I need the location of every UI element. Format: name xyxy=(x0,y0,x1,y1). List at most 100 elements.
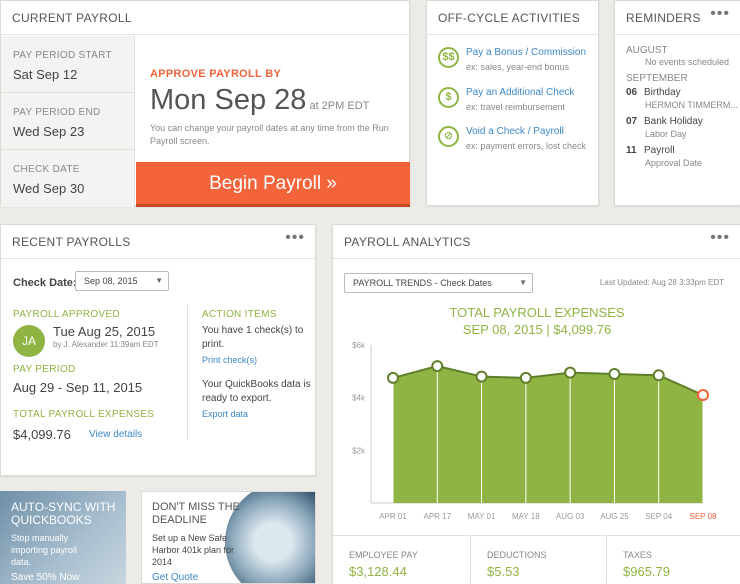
reminder-day: 11 xyxy=(626,145,637,156)
stat-taxes: TAXES $965.79 xyxy=(606,535,740,584)
data-point xyxy=(387,371,399,384)
promo-text: Stop manually importing payroll data. xyxy=(11,533,78,567)
payroll-trend-chart: $2k $4k $6k APR 01 APR 17 MAY 01 MAY 18 AUG 03 A… xyxy=(352,341,718,521)
dollar-double-icon: $$ xyxy=(438,47,459,68)
reminder-sub: HERMON TIMMERM... xyxy=(645,100,738,110)
payroll-analytics-title: PAYROLL ANALYTICS ••• xyxy=(333,225,740,259)
check-date-select[interactable]: Sep 08, 2015 ▼ xyxy=(75,271,169,291)
print-checks-link[interactable]: Print check(s) xyxy=(202,355,257,365)
pay-period-value: Aug 29 - Sep 11, 2015 xyxy=(13,380,143,395)
view-details-link[interactable]: View details xyxy=(89,429,142,440)
action-item-text: You have 1 check(s) to print. xyxy=(202,325,304,350)
payroll-analytics-menu-icon[interactable]: ••• xyxy=(710,229,730,247)
get-quote-link[interactable]: Get Quote xyxy=(152,572,198,583)
x-tick-label: SEP 04 xyxy=(645,512,673,521)
payroll-analytics-card: PAYROLL ANALYTICS ••• PAYROLL TRENDS - Ch… xyxy=(332,224,740,584)
export-data-link[interactable]: Export data xyxy=(202,409,248,419)
pay-period-label: PAY PERIOD xyxy=(13,364,76,375)
void-check-link[interactable]: Void a Check / Payroll xyxy=(466,126,564,137)
pay-bonus-link[interactable]: Pay a Bonus / Commission xyxy=(466,47,586,58)
begin-payroll-button[interactable]: Begin Payroll » xyxy=(136,162,410,207)
x-tick-label: APR 17 xyxy=(423,512,451,521)
additional-check-link[interactable]: Pay an Additional Check xyxy=(466,87,574,98)
promo-title: DON'T MISS THE DEADLINE xyxy=(152,501,240,526)
void-icon: ⊘ xyxy=(438,126,459,147)
reminders-august-empty: No events scheduled xyxy=(645,57,730,67)
void-check-sub: ex: payment errors, lost check xyxy=(466,141,587,151)
promo-text: Set up a New Safe Harbor 401k plan for 2… xyxy=(152,533,235,567)
pay-period-panel: PAY PERIOD START Sat Sep 12 PAY PERIOD E… xyxy=(1,36,135,207)
recent-payrolls-title-text: RECENT PAYROLLS xyxy=(12,235,131,249)
recent-payrolls-menu-icon[interactable]: ••• xyxy=(285,229,305,247)
data-point xyxy=(475,370,488,383)
chevron-down-icon: ▼ xyxy=(519,278,527,287)
x-tick-label: AUG 03 xyxy=(556,512,585,521)
current-payroll-card: CURRENT PAYROLL PAY PERIOD START Sat Sep… xyxy=(0,0,410,207)
pay-period-end-label: PAY PERIOD END xyxy=(13,107,101,118)
reminders-card: REMINDERS ••• AUGUST No events scheduled … xyxy=(614,0,740,206)
approve-by-label: APPROVE PAYROLL BY xyxy=(150,68,282,80)
trends-select-value: PAYROLL TRENDS - Check Dates xyxy=(353,278,492,288)
dollar-icon: $ xyxy=(438,87,459,108)
last-updated: Last Updated: Aug 28 3:33pm EDT xyxy=(599,278,724,287)
quickbooks-sync-promo[interactable]: AUTO-SYNC WITH QUICKBOOKS Stop manually … xyxy=(0,491,126,584)
payroll-analytics-title-text: PAYROLL ANALYTICS xyxy=(344,235,471,249)
off-cycle-card: OFF-CYCLE ACTIVITIES $$ Pay a Bonus / Co… xyxy=(426,0,599,206)
stat-value: $5.53 xyxy=(487,564,520,579)
reminders-menu-icon[interactable]: ••• xyxy=(710,5,730,23)
data-point xyxy=(652,369,665,382)
pay-period-start-value: Sat Sep 12 xyxy=(13,67,78,82)
additional-check-sub: ex: travel reimbursement xyxy=(466,102,566,112)
reminder-sub: Labor Day xyxy=(645,129,687,139)
reminder-title: Birthday xyxy=(644,87,681,98)
pay-period-start-label: PAY PERIOD START xyxy=(13,50,112,61)
total-expenses-label: TOTAL PAYROLL EXPENSES xyxy=(13,409,155,420)
stat-label: EMPLOYEE PAY xyxy=(349,550,418,560)
chart-title: TOTAL PAYROLL EXPENSES xyxy=(449,305,625,320)
off-cycle-title: OFF-CYCLE ACTIVITIES xyxy=(427,1,598,35)
reminders-title-text: REMINDERS xyxy=(626,11,701,25)
reminder-sub: Approval Date xyxy=(645,158,703,168)
stat-value: $3,128.44 xyxy=(349,564,407,579)
data-point xyxy=(697,389,709,402)
divider xyxy=(187,305,188,440)
stat-label: DEDUCTIONS xyxy=(487,550,547,560)
chevron-down-icon: ▼ xyxy=(155,276,163,285)
deadline-promo[interactable]: DON'T MISS THE DEADLINE Set up a New Saf… xyxy=(141,491,316,584)
stat-deductions: DEDUCTIONS $5.53 xyxy=(470,535,605,584)
reminder-event[interactable]: 06 Birthday xyxy=(626,87,681,98)
data-point xyxy=(519,371,532,384)
recent-payrolls-card: RECENT PAYROLLS ••• Check Date: Sep 08, 2… xyxy=(0,224,316,476)
check-date-value: Wed Sep 30 xyxy=(13,181,85,196)
reminder-event[interactable]: 07 Bank Holiday xyxy=(626,116,703,127)
x-tick-label: MAY 01 xyxy=(468,512,496,521)
approved-date: Tue Aug 25, 2015 xyxy=(53,324,156,339)
reminder-day: 07 xyxy=(626,116,638,127)
check-date-select-label: Check Date: xyxy=(13,277,77,289)
reminder-title: Bank Holiday xyxy=(644,116,703,127)
data-point xyxy=(564,366,577,379)
approve-time: at 2PM EDT xyxy=(306,100,370,112)
trends-select[interactable]: PAYROLL TRENDS - Check Dates ▼ xyxy=(344,273,533,293)
check-date: CHECK DATE Wed Sep 30 xyxy=(1,150,134,207)
reminders-september-label: SEPTEMBER xyxy=(626,73,688,84)
pay-period-end: PAY PERIOD END Wed Sep 23 xyxy=(1,93,134,150)
area-fill xyxy=(393,366,703,503)
reminder-event[interactable]: 11 Payroll xyxy=(626,145,675,156)
current-payroll-title: CURRENT PAYROLL xyxy=(1,1,409,35)
x-tick-label: AUG 25 xyxy=(600,512,629,521)
action-item-text: Your QuickBooks data is ready to export. xyxy=(202,379,311,404)
stat-label: TAXES xyxy=(623,550,652,560)
approve-date-value: Mon Sep 28 xyxy=(150,84,307,116)
approved-by: by J. Alexander 11:39am EDT xyxy=(53,340,159,349)
recent-payrolls-title: RECENT PAYROLLS ••• xyxy=(1,225,315,259)
pay-period-end-value: Wed Sep 23 xyxy=(13,124,85,139)
save-now-link[interactable]: Save 50% Now xyxy=(11,572,79,583)
approve-panel: APPROVE PAYROLL BY Mon Sep 28 at 2PM EDT… xyxy=(136,36,410,207)
action-items-label: ACTION ITEMS xyxy=(202,309,277,320)
avatar: JA xyxy=(13,325,45,357)
reminder-day: 06 xyxy=(626,87,638,98)
y-tick-label: $2k xyxy=(352,446,366,455)
total-expenses-value: $4,099.76 xyxy=(13,427,71,442)
x-tick-label: SEP 08 xyxy=(690,512,718,521)
